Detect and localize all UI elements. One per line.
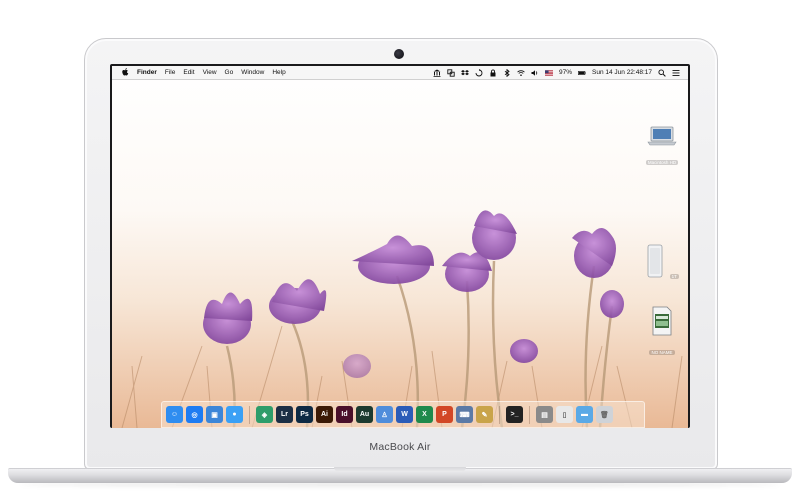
dock-separator bbox=[499, 405, 500, 424]
bluetooth-icon[interactable] bbox=[503, 68, 511, 77]
dock-app-trash-icon[interactable]: 🗑 bbox=[596, 406, 613, 423]
dock-app-glyph: X bbox=[422, 411, 427, 418]
dock-app-terminal-icon[interactable]: >_ bbox=[506, 406, 523, 423]
dock-app-powerpoint-icon[interactable]: P bbox=[436, 406, 453, 423]
desktop-item-label: 1T bbox=[669, 274, 679, 279]
dock-app-glyph: >_ bbox=[510, 411, 519, 418]
dock-app-photoshop-icon[interactable]: Ps bbox=[296, 406, 313, 423]
volume-icon[interactable] bbox=[531, 69, 539, 77]
dock-app-glyph: ⌨ bbox=[459, 411, 470, 419]
dock-app-indesign-icon[interactable]: Id bbox=[336, 406, 353, 423]
dock-app-glyph: ▬ bbox=[581, 411, 588, 418]
dock-app-scanner-icon[interactable]: ▤ bbox=[536, 406, 553, 423]
dock-separator bbox=[529, 405, 530, 424]
dock-app-glyph: Ai bbox=[321, 411, 328, 418]
device-model-label: MacBook Air bbox=[369, 441, 431, 453]
dock: ☺ ◎ ▣ ● ◈ Lr Ps Ai Id Au ♙ W X P ⌨ ✎ >_ ▤ ▯ ▬ 🗑 bbox=[161, 401, 645, 428]
dock-app-remote-desktop-icon[interactable]: ⌨ bbox=[456, 406, 473, 423]
sd-card-icon bbox=[652, 306, 672, 336]
desktop-item-1t[interactable]: 1T bbox=[642, 244, 682, 283]
desktop-item-macintosh-hd[interactable]: Macintosh HD bbox=[642, 126, 682, 169]
dock-app-glyph: Au bbox=[359, 411, 370, 418]
dock-app-glyph: ☺ bbox=[170, 411, 179, 418]
dock-app-preview-icon[interactable]: ▣ bbox=[206, 406, 223, 423]
dock-app-glyph: ▯ bbox=[562, 411, 567, 419]
sync-icon[interactable] bbox=[475, 68, 483, 77]
desktop-wallpaper bbox=[112, 66, 688, 428]
battery-icon[interactable] bbox=[578, 69, 586, 77]
dock-app-excel-icon[interactable]: X bbox=[416, 406, 433, 423]
battery-percent[interactable]: 97% bbox=[559, 69, 572, 76]
dock-app-glyph: ▤ bbox=[541, 411, 548, 419]
dock-app-finder-icon[interactable]: ☺ bbox=[166, 406, 183, 423]
dock-app-documents-stack-icon[interactable]: ▯ bbox=[556, 406, 573, 423]
dock-app-audition-icon[interactable]: Au bbox=[356, 406, 373, 423]
external-drive-icon bbox=[647, 244, 663, 278]
lock-icon[interactable] bbox=[489, 69, 497, 77]
desktop-item-label: Macintosh HD bbox=[645, 160, 679, 165]
menu-finder[interactable]: Finder bbox=[137, 69, 157, 76]
menu-view[interactable]: View bbox=[203, 69, 217, 76]
transfer-icon[interactable] bbox=[447, 68, 455, 77]
apple-menu-icon[interactable] bbox=[121, 67, 129, 78]
dropbox-icon[interactable] bbox=[460, 69, 469, 77]
lid-opening-notch bbox=[334, 467, 466, 472]
dock-separator bbox=[249, 405, 250, 424]
menu-file[interactable]: File bbox=[165, 69, 175, 76]
dock-app-glyph: ● bbox=[232, 411, 237, 418]
menu-edit[interactable]: Edit bbox=[183, 69, 194, 76]
menu-help[interactable]: Help bbox=[272, 69, 285, 76]
dock-app-lightroom-icon[interactable]: Lr bbox=[276, 406, 293, 423]
dock-app-glyph: 🗑 bbox=[600, 411, 609, 419]
camera-icon bbox=[394, 49, 404, 59]
menu-window[interactable]: Window bbox=[241, 69, 264, 76]
wifi-icon[interactable] bbox=[517, 69, 525, 77]
dock-app-messages-icon[interactable]: ● bbox=[226, 406, 243, 423]
dock-app-glyph: Id bbox=[341, 411, 348, 418]
dock-app-glyph: ◎ bbox=[191, 411, 198, 419]
dock-app-glyph: W bbox=[401, 411, 408, 418]
dock-app-safari-icon[interactable]: ◎ bbox=[186, 406, 203, 423]
dock-app-glyph: ✎ bbox=[481, 411, 488, 419]
menu-bar: Finder File Edit View Go Window Help 97%… bbox=[112, 66, 688, 80]
dock-app-illustrator-icon[interactable]: Ai bbox=[316, 406, 333, 423]
dock-app-glyph: ◈ bbox=[261, 411, 268, 419]
dock-app-glyph: ♙ bbox=[381, 411, 388, 419]
dock-app-glyph: ▣ bbox=[211, 411, 218, 419]
dock-app-glyph: P bbox=[442, 411, 447, 418]
desktop-item-label: NO NAME bbox=[649, 350, 675, 355]
dock-app-glyph: Ps bbox=[300, 411, 309, 418]
dock-app-word-icon[interactable]: W bbox=[396, 406, 413, 423]
dock-app-downloads-folder-icon[interactable]: ▬ bbox=[576, 406, 593, 423]
desktop-item-no-name[interactable]: NO NAME bbox=[642, 306, 682, 359]
menubar-clock[interactable]: Sun 14 Jun 22:48:17 bbox=[592, 69, 652, 76]
dock-app-indesign-books-icon[interactable]: ◈ bbox=[256, 406, 273, 423]
screen: Finder File Edit View Go Window Help 97%… bbox=[112, 66, 688, 428]
menu-go[interactable]: Go bbox=[225, 69, 234, 76]
list-icon[interactable] bbox=[672, 69, 680, 77]
flag-icon[interactable] bbox=[544, 69, 553, 77]
dock-app-script-editor-icon[interactable]: ✎ bbox=[476, 406, 493, 423]
bank-icon[interactable] bbox=[433, 69, 441, 77]
laptop-drive-icon bbox=[647, 126, 677, 146]
search-icon[interactable] bbox=[658, 68, 666, 77]
dock-app-keynote-icon[interactable]: ♙ bbox=[376, 406, 393, 423]
dock-app-glyph: Lr bbox=[281, 411, 288, 418]
